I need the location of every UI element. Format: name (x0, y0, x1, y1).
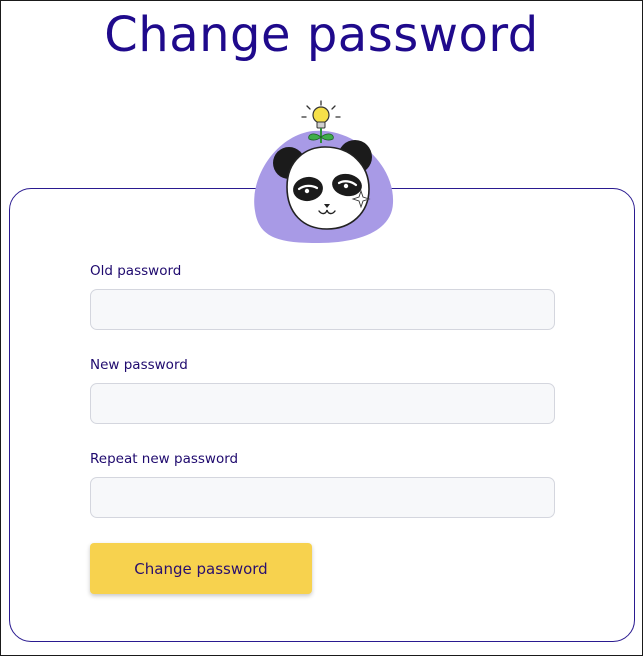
page-title: Change password (104, 7, 539, 63)
repeat-new-password-label: Repeat new password (90, 451, 239, 467)
old-password-input[interactable] (90, 289, 555, 330)
new-password-input[interactable] (90, 383, 555, 424)
old-password-label: Old password (90, 263, 182, 279)
change-password-button[interactable]: Change password (90, 543, 312, 594)
panda-mascot-icon (254, 100, 394, 243)
page-frame: Change password Old password New passwor… (0, 0, 643, 656)
repeat-new-password-input[interactable] (90, 477, 555, 518)
new-password-label: New password (90, 357, 188, 373)
